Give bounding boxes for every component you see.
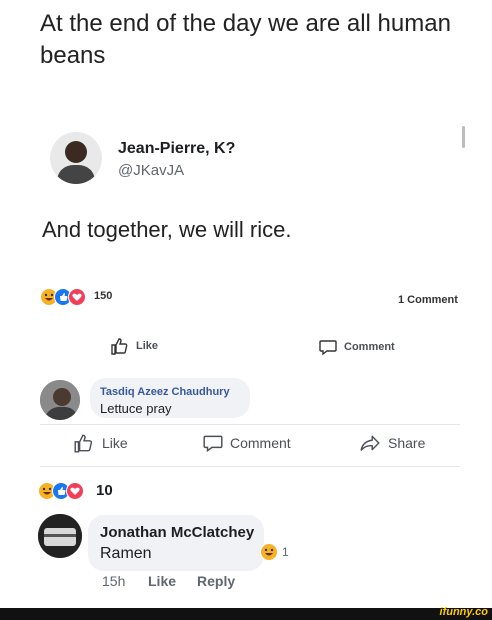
comment-label: Comment xyxy=(230,435,291,451)
footer-bar xyxy=(0,608,492,620)
post-reactions[interactable] xyxy=(38,482,84,500)
embedded-like-button[interactable]: Like xyxy=(110,336,158,356)
commenter-name[interactable]: Jonathan McClatchey xyxy=(100,524,254,541)
like-button[interactable]: Like xyxy=(72,432,128,454)
original-post-text: At the end of the day we are all human b… xyxy=(40,10,451,69)
thumbs-up-icon xyxy=(74,434,93,453)
share-button[interactable]: Share xyxy=(358,432,425,454)
embedded-comment-button[interactable]: Comment xyxy=(318,337,395,357)
embedded-reaction-count[interactable]: 150 xyxy=(94,290,112,302)
embedded-commenter-avatar[interactable] xyxy=(40,380,80,420)
comment-like-link[interactable]: Like xyxy=(148,573,176,589)
comment-timestamp[interactable]: 15h xyxy=(102,573,125,589)
share-label: Share xyxy=(388,435,426,451)
comment-reactions[interactable] xyxy=(260,543,278,561)
comment-bubble-icon xyxy=(319,340,337,356)
comment-text: Ramen xyxy=(100,545,152,562)
embedded-reactions[interactable] xyxy=(40,288,86,306)
tweet-author-avatar[interactable] xyxy=(50,132,102,184)
tweet-text: And together, we will rice. xyxy=(42,217,292,242)
embedded-comment-text: Lettuce pray xyxy=(100,401,172,416)
avatar-person-icon xyxy=(40,380,80,420)
share-arrow-icon xyxy=(360,435,380,451)
haha-reaction-icon xyxy=(260,543,278,561)
love-reaction-icon xyxy=(68,288,86,306)
embedded-like-label: Like xyxy=(136,340,159,352)
commenter-avatar[interactable] xyxy=(38,514,82,558)
divider xyxy=(40,424,460,425)
avatar-person-icon xyxy=(56,141,96,184)
comment-bubble-icon xyxy=(203,435,223,453)
comment-button[interactable]: Comment xyxy=(202,432,291,454)
love-reaction-icon xyxy=(66,482,84,500)
post-reaction-count[interactable]: 10 xyxy=(96,482,113,499)
avatar-person-icon xyxy=(38,514,82,558)
embedded-comment-count[interactable]: 1 Comment xyxy=(398,294,458,306)
like-label: Like xyxy=(102,435,128,451)
tweet-author-name[interactable]: Jean-Pierre, K? xyxy=(118,140,235,158)
comment-reply-link[interactable]: Reply xyxy=(197,573,235,589)
thumbs-up-icon xyxy=(111,338,128,355)
watermark: ifunny.co xyxy=(439,606,488,618)
scrollbar-thumb[interactable] xyxy=(462,126,465,148)
embedded-comment-label: Comment xyxy=(344,341,395,353)
comment-reaction-count[interactable]: 1 xyxy=(282,545,289,559)
divider xyxy=(40,466,460,467)
embedded-commenter-name[interactable]: Tasdiq Azeez Chaudhury xyxy=(100,386,230,398)
tweet-author-handle[interactable]: @JKavJA xyxy=(118,162,184,179)
